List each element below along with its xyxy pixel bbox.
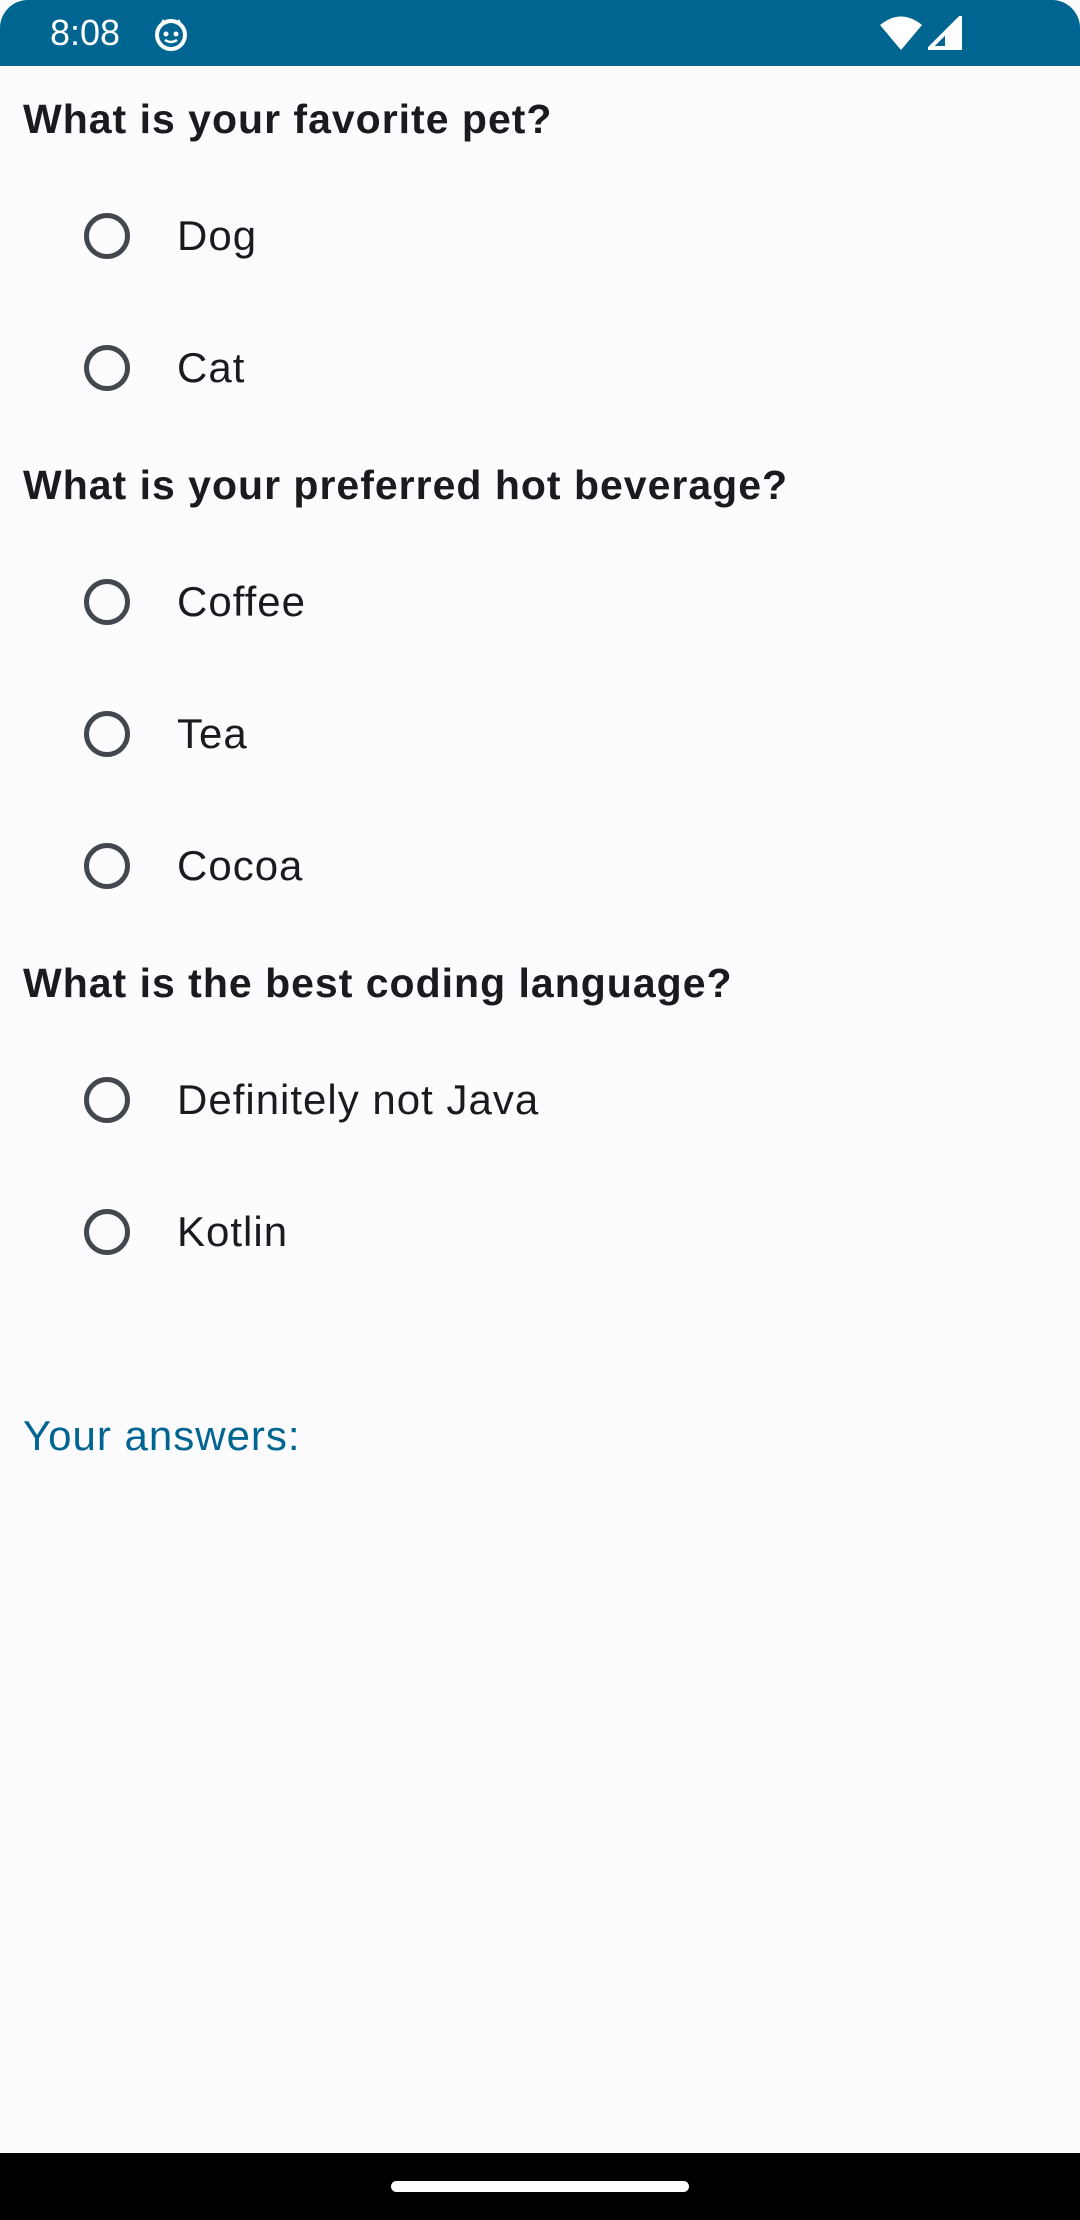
radio-button[interactable] (84, 579, 130, 625)
option-cocoa[interactable]: Cocoa (60, 810, 1020, 930)
question-coding-language: What is the best coding language? (23, 960, 733, 1006)
cat-face-icon (155, 19, 187, 51)
navigation-bar (0, 2153, 1080, 2220)
option-label: Cocoa (177, 842, 304, 889)
option-coffee[interactable]: Coffee (60, 546, 1020, 666)
option-label: Tea (177, 710, 248, 757)
option-label: Coffee (177, 578, 306, 625)
cell-signal-icon (928, 16, 962, 50)
radio-button[interactable] (84, 345, 130, 391)
option-tea[interactable]: Tea (60, 678, 1020, 798)
wifi-icon (880, 16, 922, 50)
option-label: Cat (177, 344, 246, 391)
answers-label: Your answers: (23, 1412, 301, 1459)
option-cat[interactable]: Cat (60, 312, 1020, 432)
radio-button[interactable] (84, 1077, 130, 1123)
status-time: 8:08 (50, 12, 121, 53)
option-label: Kotlin (177, 1208, 289, 1255)
radio-button[interactable] (84, 843, 130, 889)
question-hot-beverage: What is your preferred hot beverage? (23, 462, 789, 508)
option-not-java[interactable]: Definitely not Java (60, 1044, 1020, 1164)
option-label: Dog (177, 212, 258, 259)
option-dog[interactable]: Dog (60, 180, 1020, 300)
status-bar: 8:08 (0, 0, 1080, 66)
option-kotlin[interactable]: Kotlin (60, 1176, 1020, 1296)
radio-button[interactable] (84, 213, 130, 259)
radio-button[interactable] (84, 711, 130, 757)
option-label: Definitely not Java (177, 1076, 540, 1123)
radio-button[interactable] (84, 1209, 130, 1255)
question-favorite-pet: What is your favorite pet? (23, 96, 553, 142)
home-gesture-handle[interactable] (391, 2181, 689, 2192)
